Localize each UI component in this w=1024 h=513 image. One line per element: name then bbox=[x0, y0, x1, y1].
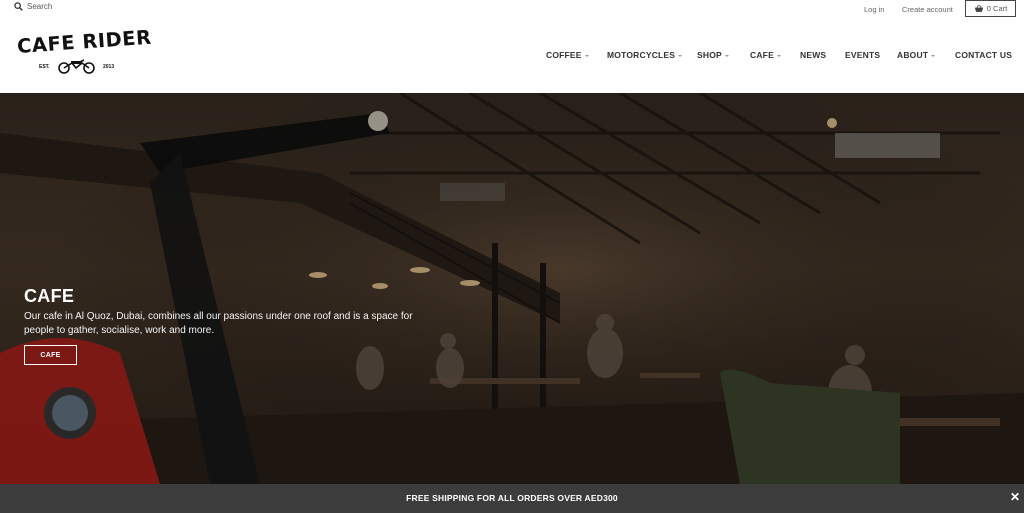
cart-button[interactable]: 0 Cart bbox=[965, 0, 1016, 17]
cart-label: 0 Cart bbox=[986, 4, 1008, 13]
shopping-basket-icon bbox=[974, 4, 983, 12]
nav-item-about[interactable]: ABOUT bbox=[897, 50, 936, 60]
nav-item-label: EVENTS bbox=[845, 50, 881, 60]
chevron-down-icon bbox=[724, 54, 729, 57]
chevron-down-icon bbox=[931, 54, 936, 57]
announcement-text: FREE SHIPPING FOR ALL ORDERS OVER AED300 bbox=[406, 493, 618, 503]
nav-item-events[interactable]: EVENTS bbox=[845, 50, 880, 60]
close-icon[interactable]: ✕ bbox=[1010, 490, 1020, 504]
chevron-down-icon bbox=[584, 54, 589, 57]
main-navigation: COFFEE MOTORCYCLES SHOP CAFE NEWS EVENTS… bbox=[0, 50, 1024, 64]
logo-year: 2013 bbox=[103, 64, 115, 70]
chevron-down-icon bbox=[678, 54, 683, 57]
top-utility-bar: Search Log in Create account 0 Cart bbox=[0, 0, 1024, 20]
search-box[interactable]: Search bbox=[14, 2, 52, 11]
nav-item-label: CONTACT US bbox=[955, 50, 1013, 60]
hero-cafe-interior-image bbox=[0, 93, 1024, 484]
nav-item-label: MOTORCYCLES bbox=[607, 50, 676, 60]
nav-item-label: CAFE bbox=[750, 50, 774, 60]
logo-est: EST. bbox=[39, 64, 50, 70]
nav-item-label: SHOP bbox=[697, 50, 722, 60]
nav-item-cafe[interactable]: CAFE bbox=[750, 50, 781, 60]
nav-item-contact-us[interactable]: CONTACT US bbox=[955, 50, 1012, 60]
nav-item-motorcycles[interactable]: MOTORCYCLES bbox=[607, 50, 683, 60]
nav-item-label: NEWS bbox=[800, 50, 827, 60]
search-placeholder: Search bbox=[27, 2, 53, 11]
hero-description: Our cafe in Al Quoz, Dubai, combines all… bbox=[24, 311, 413, 336]
search-icon bbox=[14, 2, 23, 11]
chevron-down-icon bbox=[776, 54, 781, 57]
hero-title: CAFE bbox=[24, 286, 75, 306]
nav-item-label: COFFEE bbox=[546, 50, 582, 60]
create-account-link[interactable]: Create account bbox=[902, 5, 953, 14]
hero-cafe-button[interactable]: CAFE bbox=[24, 345, 77, 365]
nav-item-shop[interactable]: SHOP bbox=[697, 50, 729, 60]
announcement-bar: FREE SHIPPING FOR ALL ORDERS OVER AED300… bbox=[0, 484, 1024, 513]
login-link[interactable]: Log in bbox=[864, 5, 884, 14]
nav-item-coffee[interactable]: COFFEE bbox=[546, 50, 589, 60]
hero-banner: CAFE Our cafe in Al Quoz, Dubai, combine… bbox=[0, 93, 1024, 484]
nav-item-label: ABOUT bbox=[897, 50, 929, 60]
nav-item-news[interactable]: NEWS bbox=[800, 50, 826, 60]
